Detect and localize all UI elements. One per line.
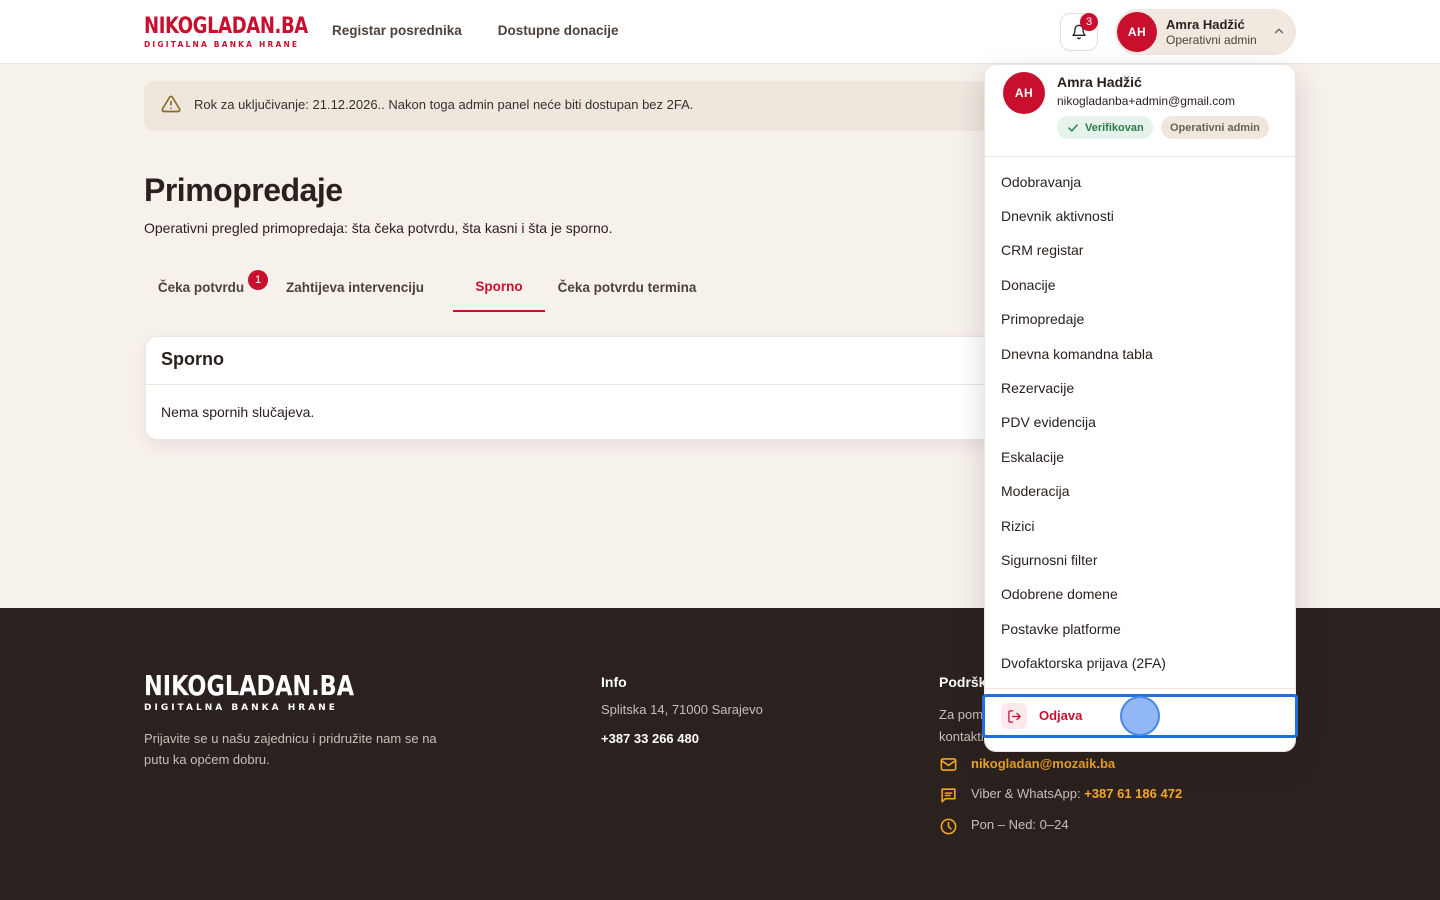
tab-zahtijeva-intervenciju[interactable]: Zahtijeva intervenciju xyxy=(274,262,436,312)
nav-link-registar-posrednika[interactable]: Registar posrednika xyxy=(332,23,462,38)
page-subtitle: Operativni pregled primopredaja: šta ček… xyxy=(144,220,613,236)
dropdown-user-email: nikogladanba+admin@gmail.com xyxy=(1057,94,1235,108)
avatar: AH xyxy=(1117,12,1157,52)
notification-count-badge: 3 xyxy=(1080,13,1098,31)
dropdown-divider xyxy=(985,156,1295,157)
mail-icon xyxy=(940,758,957,771)
footer-phone[interactable]: +387 33 266 480 xyxy=(601,731,699,746)
footer-email-link[interactable]: nikogladan@mozaik.ba xyxy=(971,756,1115,771)
user-role: Operativni admin xyxy=(1166,33,1257,47)
check-icon xyxy=(1068,123,1078,132)
cursor-indicator xyxy=(1120,696,1160,736)
menu-item-donacije[interactable]: Donacije xyxy=(1001,277,1055,293)
menu-item-eskalacije[interactable]: Eskalacije xyxy=(1001,449,1064,465)
menu-item-dnevnik-aktivnosti[interactable]: Dnevnik aktivnosti xyxy=(1001,208,1114,224)
verified-label: Verifikovan xyxy=(1085,121,1144,134)
logo-tagline: DIGITALNA BANKA HRANE xyxy=(144,40,300,49)
tab-sporno[interactable]: Sporno xyxy=(453,262,545,312)
user-name: Amra Hadžić xyxy=(1166,17,1245,32)
logout-icon xyxy=(1007,709,1021,723)
menu-item-rezervacije[interactable]: Rezervacije xyxy=(1001,380,1074,396)
menu-item-odobravanja[interactable]: Odobravanja xyxy=(1001,174,1081,190)
page-title: Primopredaje xyxy=(144,172,343,208)
footer-logo-tagline: DIGITALNA BANKA HRANE xyxy=(144,703,338,713)
menu-item-dnevna-komandna-tabla[interactable]: Dnevna komandna tabla xyxy=(1001,346,1153,362)
tab-ceka-potvrdu-termina[interactable]: Čeka potvrdu termina xyxy=(555,262,699,312)
dropdown-avatar: AH xyxy=(1003,72,1045,114)
warning-icon xyxy=(161,95,181,113)
warning-text: Rok za uključivanje: 21.12.2026.. Nakon … xyxy=(194,97,694,112)
logout-icon-wrap xyxy=(1001,703,1027,729)
footer-address: Splitska 14, 71000 Sarajevo xyxy=(601,702,763,717)
card-divider xyxy=(145,384,1005,385)
footer-logo-wordmark: NIKOGLADAN.BA xyxy=(144,669,355,702)
footer-hours: Pon – Ned: 0–24 xyxy=(971,817,1069,832)
chevron-up-icon xyxy=(1274,28,1284,34)
dropdown-user-name: Amra Hadžić xyxy=(1057,74,1142,90)
menu-item-odobrene-domene[interactable]: Odobrene domene xyxy=(1001,586,1118,602)
footer-viber-label: Viber & WhatsApp: xyxy=(971,786,1081,801)
clock-icon xyxy=(940,818,957,835)
main-nav: Registar posrednika Dostupne donacije xyxy=(332,23,619,38)
footer-logo[interactable]: NIKOGLADAN.BA DIGITALNA BANKA HRANE xyxy=(144,669,407,714)
dropdown-divider xyxy=(985,688,1295,689)
tab-count-badge: 1 xyxy=(248,270,268,290)
menu-item-postavke-platforme[interactable]: Postavke platforme xyxy=(1001,621,1121,637)
logo-wordmark: NIKOGLADAN.BA xyxy=(144,14,308,39)
logout-label: Odjava xyxy=(1039,708,1083,723)
card-title: Sporno xyxy=(161,349,224,369)
nav-link-dostupne-donacije[interactable]: Dostupne donacije xyxy=(498,23,619,38)
menu-item-rizici[interactable]: Rizici xyxy=(1001,518,1034,534)
chat-icon xyxy=(941,788,956,803)
sporno-card xyxy=(145,336,1005,440)
menu-item-moderacija[interactable]: Moderacija xyxy=(1001,483,1069,499)
menu-item-2fa[interactable]: Dvofaktorska prijava (2FA) xyxy=(1001,655,1166,671)
menu-item-sigurnosni-filter[interactable]: Sigurnosni filter xyxy=(1001,552,1098,568)
footer-info-heading: Info xyxy=(601,674,627,690)
footer-viber-row: Viber & WhatsApp: +387 61 186 472 xyxy=(971,786,1182,801)
footer-viber-number[interactable]: +387 61 186 472 xyxy=(1084,786,1182,801)
empty-state-text: Nema spornih slučajeva. xyxy=(161,404,315,420)
verified-badge: Verifikovan xyxy=(1057,116,1153,139)
menu-item-pdv-evidencija[interactable]: PDV evidencija xyxy=(1001,414,1096,430)
role-badge: Operativni admin xyxy=(1161,116,1269,139)
menu-item-primopredaje[interactable]: Primopredaje xyxy=(1001,311,1084,327)
menu-item-crm-registar[interactable]: CRM registar xyxy=(1001,242,1083,258)
footer-tagline: Prijavite se u našu zajednicu i pridruži… xyxy=(144,731,437,767)
logo[interactable]: NIKOGLADAN.BA DIGITALNA BANKA HRANE xyxy=(144,14,344,50)
tab-ceka-potvrdu[interactable]: Čeka potvrdu xyxy=(144,262,258,312)
user-dropdown-menu xyxy=(984,64,1296,752)
